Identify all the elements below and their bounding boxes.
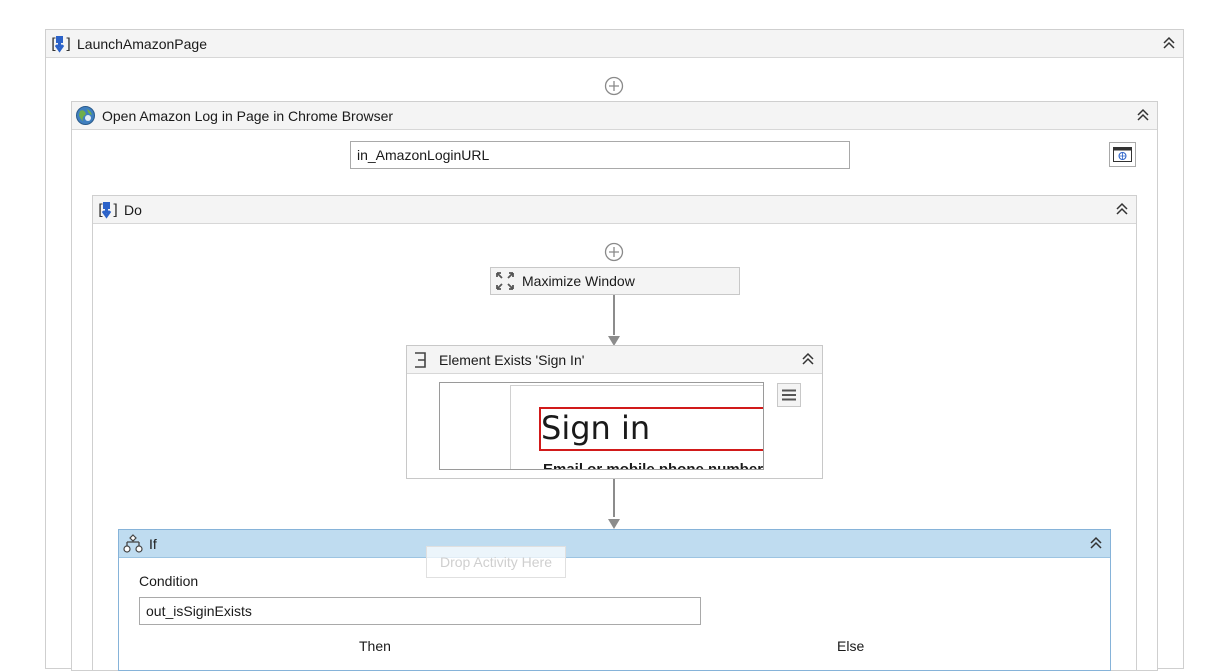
element-exists-title: Element Exists 'Sign In': [439, 351, 585, 368]
globe-icon: [75, 105, 96, 126]
maximize-icon: [495, 271, 515, 291]
then-label: Then: [359, 638, 391, 654]
if-branch-icon: [123, 533, 143, 554]
element-preview-image[interactable]: Sign in Email or mobile phone number: [439, 382, 764, 470]
preview-subtext: Email or mobile phone number: [543, 461, 764, 470]
connector-arrow-icon: [608, 516, 620, 529]
exists-icon: [413, 350, 427, 370]
condition-label: Condition: [139, 573, 199, 589]
drop-activity-label: Drop Activity Here: [439, 554, 553, 570]
else-label: Else: [837, 638, 865, 654]
url-input[interactable]: in_AmazonLoginURL: [350, 141, 850, 169]
collapse-icon[interactable]: [1114, 201, 1130, 217]
condition-input[interactable]: out_isSiginExists: [139, 597, 701, 625]
svg-text:]: ]: [111, 201, 118, 219]
do-header[interactable]: [ ] Do: [93, 196, 1136, 224]
collapse-icon[interactable]: [1088, 535, 1104, 551]
connector-arrow-icon: [608, 333, 620, 346]
add-activity-plus-icon[interactable]: [604, 76, 624, 96]
browser-window-icon[interactable]: [1109, 142, 1136, 167]
if-title: If: [149, 535, 157, 552]
preview-sign-in-text: Sign in: [541, 409, 651, 447]
drop-activity-hint[interactable]: Drop Activity Here: [426, 546, 566, 578]
connector-line: [613, 479, 615, 517]
if-header[interactable]: If: [119, 530, 1110, 558]
add-activity-plus-icon[interactable]: [604, 242, 624, 262]
collapse-icon[interactable]: [800, 351, 816, 367]
element-exists-header[interactable]: Element Exists 'Sign In': [407, 346, 822, 374]
sequence-icon: [ ]: [96, 200, 118, 220]
svg-text:]: ]: [64, 35, 71, 53]
maximize-window-activity[interactable]: Maximize Window: [490, 267, 740, 295]
hamburger-menu-icon[interactable]: [777, 383, 801, 407]
do-title: Do: [124, 201, 142, 218]
maximize-window-label: Maximize Window: [522, 273, 635, 289]
open-browser-title: Open Amazon Log in Page in Chrome Browse…: [102, 107, 394, 124]
open-browser-header[interactable]: Open Amazon Log in Page in Chrome Browse…: [72, 102, 1157, 130]
sequence-icon: [ ]: [49, 34, 71, 54]
launch-amazon-page-header[interactable]: [ ] LaunchAmazonPage: [46, 30, 1183, 58]
collapse-icon[interactable]: [1161, 35, 1177, 51]
collapse-icon[interactable]: [1135, 107, 1151, 123]
launch-amazon-page-title: LaunchAmazonPage: [77, 35, 207, 52]
connector-line: [613, 295, 615, 335]
